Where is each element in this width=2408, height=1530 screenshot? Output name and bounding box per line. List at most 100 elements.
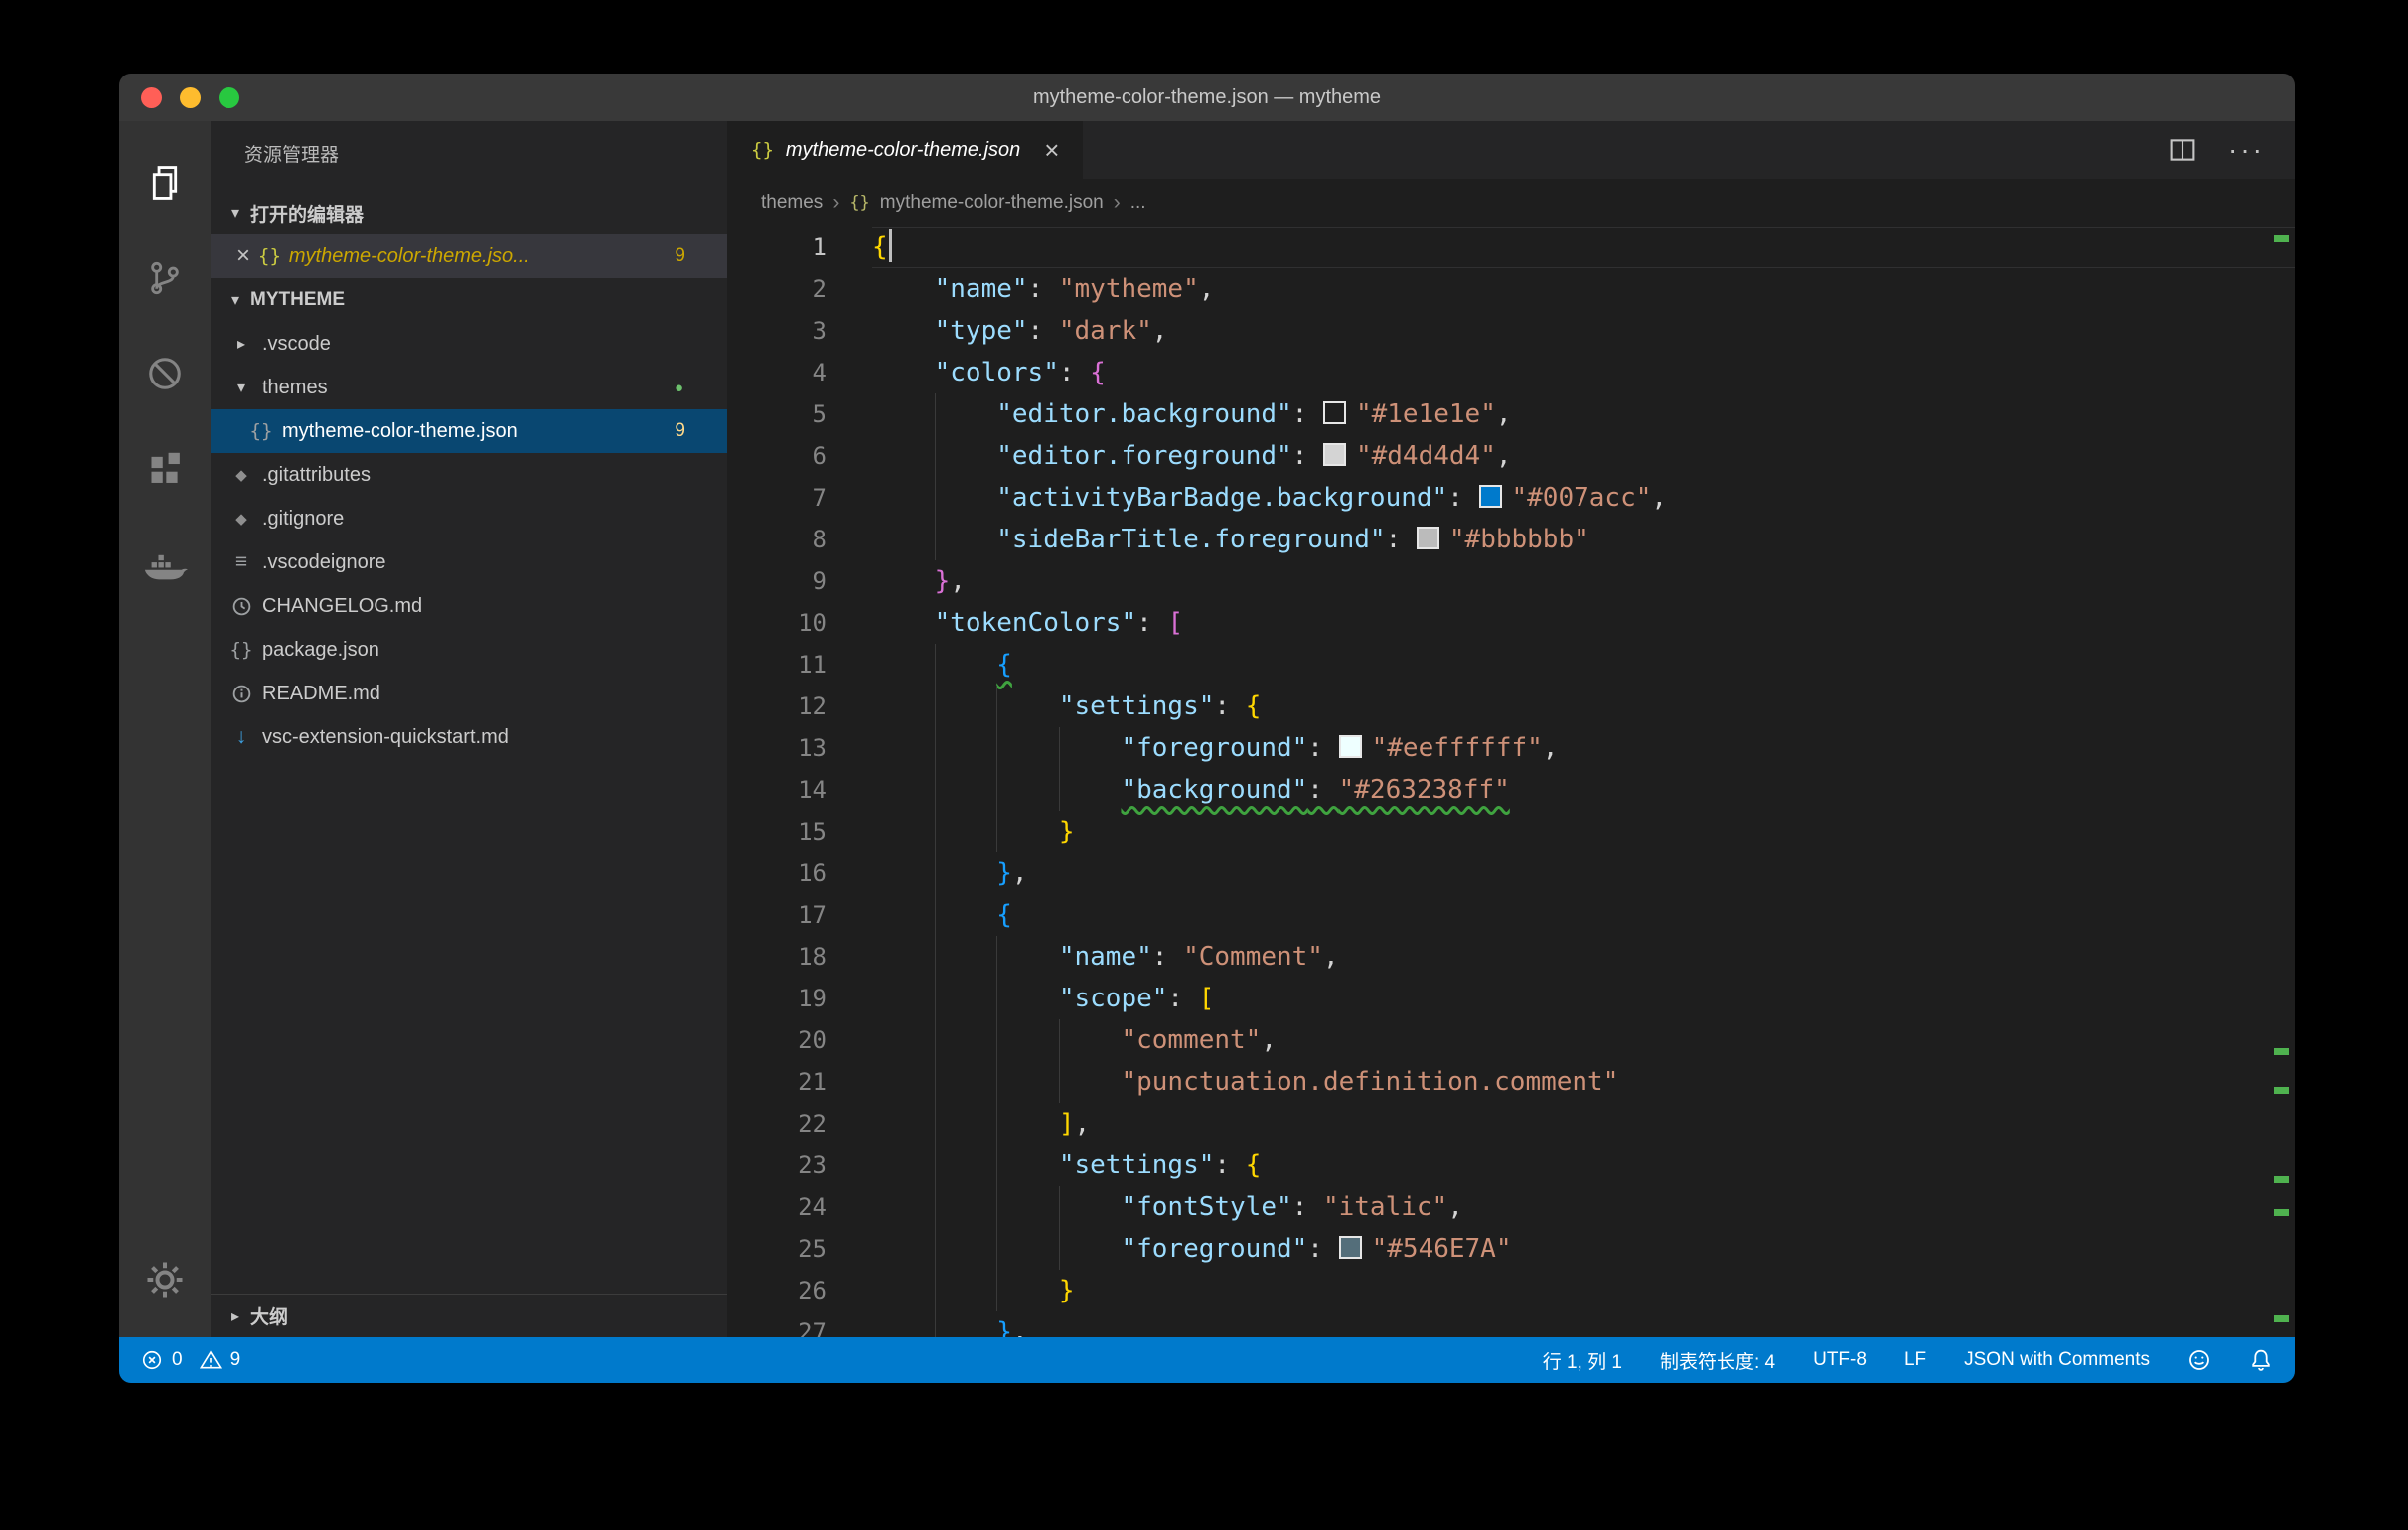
code-line[interactable]: 10 "tokenColors": [ [727,602,2295,644]
tree-item-changelog-md[interactable]: CHANGELOG.md [211,584,727,628]
color-swatch[interactable] [1417,527,1439,549]
tab-mytheme-color-theme[interactable]: {} mytheme-color-theme.json × [727,121,1083,179]
tree-item-mytheme-color-theme-json[interactable]: {}mytheme-color-theme.json9 [211,409,727,453]
code-line[interactable]: 15 } [727,811,2295,852]
tree-item-vscodeignore[interactable]: ≡.vscodeignore [211,540,727,584]
indent-guide [996,686,997,727]
line-content: }, [872,1311,2295,1337]
git-file-icon: ◆ [226,510,256,528]
files-icon [146,164,184,202]
code-line[interactable]: 7 "activityBarBadge.background": "#007ac… [727,477,2295,519]
close-window-button[interactable] [141,87,162,108]
code-line[interactable]: 17 { [727,894,2295,936]
extensions-icon [147,451,183,487]
breadcrumb-file[interactable]: mytheme-color-theme.json [880,192,1104,214]
feedback-smiley-button[interactable] [2187,1348,2211,1372]
activity-item-docker[interactable] [119,517,211,612]
tree-item-package-json[interactable]: {}package.json [211,628,727,672]
status-tab-size[interactable]: 制表符长度: 4 [1660,1347,1775,1374]
code-line[interactable]: 19 "scope": [ [727,978,2295,1019]
problems-button[interactable]: 0 9 [141,1349,240,1371]
line-content: "activityBarBadge.background": "#007acc"… [872,477,2295,519]
zoom-window-button[interactable] [219,87,239,108]
tree-item-gitignore[interactable]: ◆.gitignore [211,497,727,540]
line-number: 19 [727,978,872,1019]
titlebar[interactable]: mytheme-color-theme.json — mytheme [119,74,2295,121]
code-line[interactable]: 11 { [727,644,2295,686]
notifications-bell-button[interactable] [2249,1348,2273,1372]
activity-item-debug[interactable] [119,326,211,421]
activity-item-extensions[interactable] [119,421,211,517]
color-swatch[interactable] [1323,401,1346,424]
tab-bar: {} mytheme-color-theme.json × ··· [727,121,2295,179]
code-line[interactable]: 6 "editor.foreground": "#d4d4d4", [727,435,2295,477]
open-editor-item[interactable]: × {} mytheme-color-theme.jso... 9 [211,234,727,278]
open-editor-name: mytheme-color-theme.jso... [289,245,529,268]
indent-guide [935,852,936,894]
line-number: 8 [727,519,872,560]
close-tab-icon[interactable]: × [1044,137,1059,163]
code-lines: 1{2 "name": "mytheme",3 "type": "dark",4… [727,227,2295,1337]
indent-guide [996,1228,997,1270]
more-actions-button[interactable]: ··· [2228,136,2265,164]
code-line[interactable]: 22 ], [727,1103,2295,1145]
split-editor-button[interactable] [2169,136,2196,164]
code-line[interactable]: 26 } [727,1270,2295,1311]
indent-guide [1059,1186,1060,1228]
code-line[interactable]: 5 "editor.background": "#1e1e1e", [727,393,2295,435]
code-line[interactable]: 13 "foreground": "#eeffffff", [727,727,2295,769]
status-eol[interactable]: LF [1904,1349,1926,1371]
color-swatch[interactable] [1339,735,1362,758]
tree-item-label: README.md [262,683,380,705]
code-line[interactable]: 24 "fontStyle": "italic", [727,1186,2295,1228]
workspace-section-header[interactable]: ▾ MYTHEME [211,278,727,322]
modified-line-mark [2274,1176,2289,1183]
status-language-mode[interactable]: JSON with Comments [1964,1349,2150,1371]
breadcrumb-more[interactable]: ... [1130,192,1146,214]
indent-guide [1059,769,1060,811]
tree-item-readme-md[interactable]: README.md [211,672,727,715]
color-swatch[interactable] [1479,485,1502,508]
color-swatch[interactable] [1339,1236,1362,1259]
code-line[interactable]: 27 }, [727,1311,2295,1337]
close-editor-icon[interactable]: × [228,244,258,268]
minimize-window-button[interactable] [180,87,201,108]
status-encoding[interactable]: UTF-8 [1813,1349,1867,1371]
error-count: 0 [172,1349,183,1371]
code-line[interactable]: 14 "background": "#263238ff" [727,769,2295,811]
activity-item-explorer[interactable] [119,135,211,230]
line-number: 25 [727,1228,872,1270]
tree-item-vscode[interactable]: ▸.vscode [211,322,727,366]
code-line[interactable]: 25 "foreground": "#546E7A" [727,1228,2295,1270]
code-line[interactable]: 18 "name": "Comment", [727,936,2295,978]
open-editors-header[interactable]: ▾ 打开的编辑器 [211,191,727,234]
workspace-name: MYTHEME [250,289,345,311]
code-line[interactable]: 21 "punctuation.definition.comment" [727,1061,2295,1103]
tree-item-gitattributes[interactable]: ◆.gitattributes [211,453,727,497]
line-content: "punctuation.definition.comment" [872,1061,2295,1103]
breadcrumb-folder[interactable]: themes [761,192,823,214]
code-line[interactable]: 4 "colors": { [727,352,2295,393]
outline-section-header[interactable]: ▸ 大纲 [211,1294,727,1337]
code-line[interactable]: 9 }, [727,560,2295,602]
tree-item-vsc-extension-quickstart-md[interactable]: ↓vsc-extension-quickstart.md [211,715,727,759]
chevron-down-icon: ▾ [221,203,250,223]
activity-item-settings[interactable] [119,1232,211,1327]
tree-item-themes[interactable]: ▾themes● [211,366,727,409]
status-cursor-position[interactable]: 行 1, 列 1 [1543,1347,1622,1374]
line-content: }, [872,560,2295,602]
code-line[interactable]: 2 "name": "mytheme", [727,268,2295,310]
problems-badge: 9 [675,245,685,267]
activity-item-source-control[interactable] [119,230,211,326]
code-line[interactable]: 3 "type": "dark", [727,310,2295,352]
indent-guide [996,727,997,769]
color-swatch[interactable] [1323,443,1346,466]
code-line[interactable]: 1{ [727,227,2295,268]
code-line[interactable]: 20 "comment", [727,1019,2295,1061]
code-line[interactable]: 23 "settings": { [727,1145,2295,1186]
code-line[interactable]: 16 }, [727,852,2295,894]
code-line[interactable]: 12 "settings": { [727,686,2295,727]
code-line[interactable]: 8 "sideBarTitle.foreground": "#bbbbbb" [727,519,2295,560]
line-content: "background": "#263238ff" [872,769,2295,811]
code-editor[interactable]: 1{2 "name": "mytheme",3 "type": "dark",4… [727,227,2295,1337]
